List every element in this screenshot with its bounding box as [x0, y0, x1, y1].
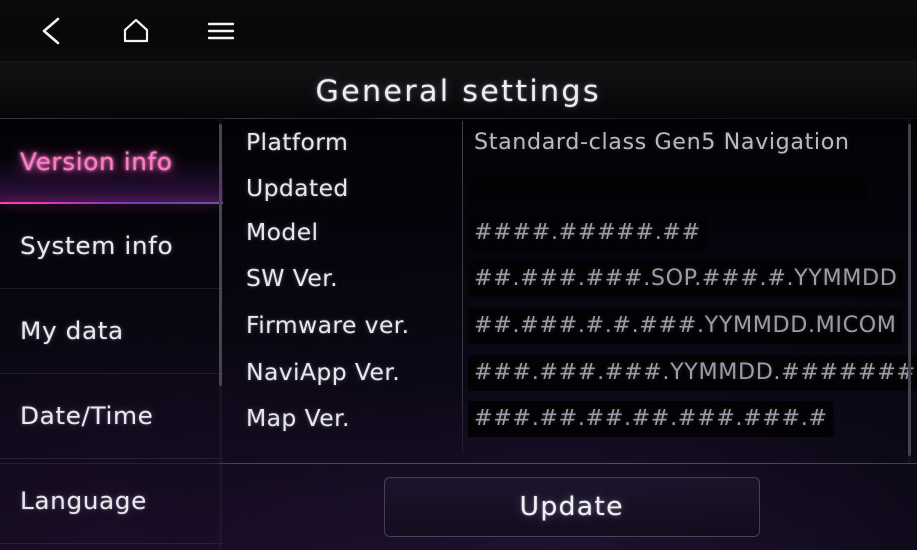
sidebar-item-my-data[interactable]: My data [0, 289, 223, 374]
row-value: ###.##.##.##.###.###.# [468, 401, 834, 437]
sidebar-item-label: Date/Time [20, 402, 154, 430]
chevron-left-icon [42, 17, 60, 45]
sidebar-item-label: Version info [20, 147, 173, 176]
hamburger-menu-icon [207, 22, 235, 40]
row-label: Platform [246, 130, 349, 156]
table-row: Map Ver. ###.##.##.##.###.###.# [224, 397, 917, 441]
sidebar-item-version-info[interactable]: Version info [0, 119, 223, 204]
row-label: Model [246, 220, 319, 246]
back-button[interactable] [20, 0, 82, 62]
page-title: General settings [315, 73, 602, 108]
home-icon [123, 18, 149, 43]
table-row: NaviApp Ver. ###.###.###.YYMMDD.####### [224, 351, 917, 395]
table-row: SW Ver. ##.###.###.SOP.###.#.YYMMDD [224, 257, 917, 301]
table-row: Model ####.#####.## [224, 211, 917, 255]
row-label: Firmware ver. [246, 313, 410, 339]
infotainment-screen: General settings Version info System inf… [0, 0, 917, 550]
version-info-panel: Platform Standard-class Gen5 Navigation … [224, 119, 917, 463]
row-label: SW Ver. [246, 266, 339, 292]
sidebar-scrollbar-thumb[interactable] [219, 124, 222, 386]
home-button[interactable] [105, 0, 167, 62]
row-label: Map Ver. [246, 406, 350, 432]
sidebar-item-label: My data [20, 317, 124, 345]
row-label: Updated [246, 176, 349, 202]
row-value: ###.###.###.YYMMDD.####### [468, 355, 917, 391]
settings-sidebar: Version info System info My data Date/Ti… [0, 119, 223, 550]
sidebar-item-label: Language [20, 487, 147, 515]
sidebar-item-label: System info [20, 232, 174, 260]
table-row: Platform Standard-class Gen5 Navigation [224, 121, 917, 165]
row-label: NaviApp Ver. [246, 360, 401, 386]
top-navigation-bar [0, 0, 917, 62]
table-row: Firmware ver. ##.###.#.#.###.YYMMDD.MICO… [224, 304, 917, 348]
sidebar-item-system-info[interactable]: System info [0, 204, 223, 289]
update-button[interactable]: Update [384, 477, 760, 537]
row-value [468, 172, 869, 206]
sidebar-item-date-time[interactable]: Date/Time [0, 374, 223, 459]
update-button-label: Update [519, 492, 625, 522]
content-scrollbar-thumb[interactable] [908, 124, 911, 456]
row-value: ####.#####.## [468, 215, 707, 251]
page-title-bar: General settings [0, 62, 917, 119]
footer-bar: Update [224, 464, 917, 550]
table-row: Updated [224, 167, 917, 211]
menu-button[interactable] [190, 0, 252, 62]
row-value: ##.###.#.#.###.YYMMDD.MICOM [468, 308, 903, 344]
row-value: ##.###.###.SOP.###.#.YYMMDD [468, 261, 904, 297]
sidebar-item-language[interactable]: Language [0, 459, 223, 544]
row-value: Standard-class Gen5 Navigation [474, 130, 850, 155]
